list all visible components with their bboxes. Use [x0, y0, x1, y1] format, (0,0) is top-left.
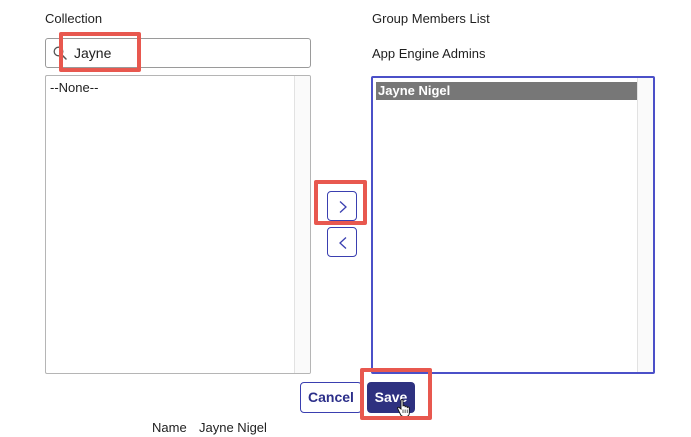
collection-search-box[interactable]	[45, 38, 311, 68]
group-members-listbox[interactable]: Jayne Nigel	[371, 76, 655, 374]
members-scrollbar[interactable]	[637, 78, 653, 372]
collection-option-none[interactable]: --None--	[50, 80, 98, 96]
name-value: Jayne Nigel	[199, 420, 267, 435]
remove-from-list-button[interactable]	[327, 227, 357, 257]
collection-listbox[interactable]: --None--	[45, 75, 311, 374]
collection-label: Collection	[45, 11, 103, 26]
cancel-button[interactable]: Cancel	[300, 382, 362, 413]
name-label: Name	[152, 420, 187, 435]
group-members-label: Group Members List	[372, 11, 490, 26]
member-option-jayne-nigel[interactable]: Jayne Nigel	[376, 82, 638, 100]
add-to-list-button[interactable]	[327, 191, 357, 221]
collection-search-input[interactable]	[74, 44, 294, 62]
group-name: App Engine Admins	[372, 46, 486, 61]
collection-scrollbar[interactable]	[294, 76, 310, 373]
